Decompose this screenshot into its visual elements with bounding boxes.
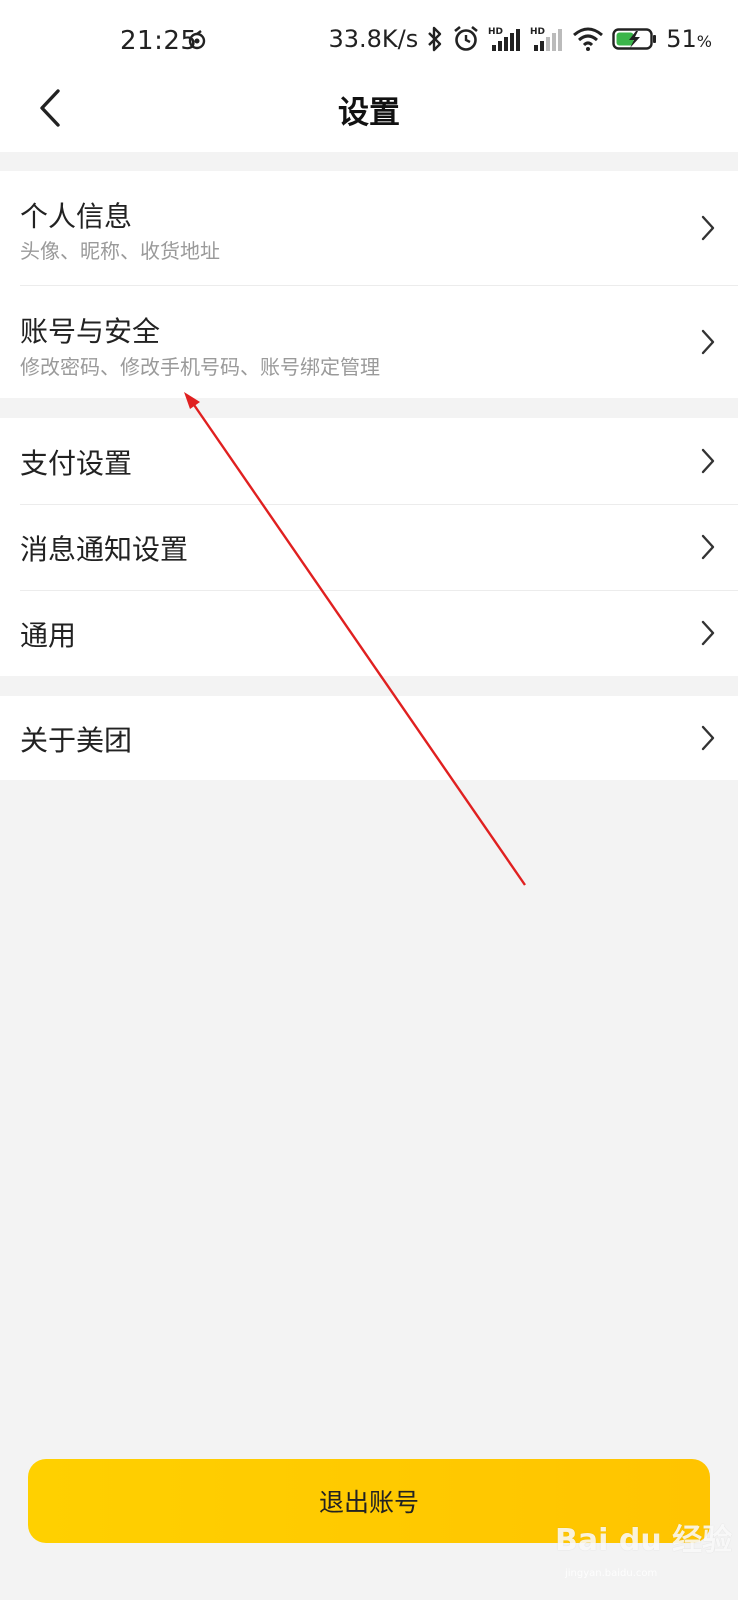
general-item[interactable]: 通用 (0, 590, 738, 676)
item-title: 关于美团 (20, 724, 133, 757)
status-bar: 21:25 33.8K/s HD HD 51% (0, 0, 738, 70)
battery-charging-icon (612, 28, 657, 50)
network-speed: 33.8K/s (328, 25, 419, 53)
item-title: 消息通知设置 (20, 533, 189, 566)
battery-level: 51% (666, 25, 712, 53)
svg-text:HD: HD (488, 27, 503, 37)
chevron-right-icon (701, 329, 715, 355)
alarm-icon (454, 25, 479, 51)
battery-percent: 51 (666, 25, 697, 53)
logout-label: 退出账号 (318, 1488, 419, 1517)
chevron-right-icon (701, 534, 715, 560)
signal-hd-icon: HD (488, 27, 521, 51)
account-group: 个人信息 头像、昵称、收货地址 账号与安全 修改密码、修改手机号码、账号绑定管理 (0, 171, 738, 398)
navigation-header: 设置 (0, 70, 738, 152)
chevron-right-icon (701, 620, 715, 646)
bluetooth-icon (428, 26, 442, 52)
status-icons: 33.8K/s HD HD 51% (328, 22, 712, 56)
chevron-right-icon (701, 448, 715, 474)
page-title: 设置 (338, 95, 400, 131)
about-meituan-item[interactable]: 关于美团 (0, 696, 738, 780)
notification-settings-item[interactable]: 消息通知设置 (0, 504, 738, 590)
about-group: 关于美团 (0, 696, 738, 780)
item-title: 支付设置 (20, 447, 133, 480)
sync-icon (188, 30, 206, 50)
item-title: 通用 (20, 619, 77, 652)
settings-screen: 21:25 33.8K/s HD HD 51% 设置 个人信息 头像、昵称、收货… (0, 0, 738, 1600)
account-security-item[interactable]: 账号与安全 修改密码、修改手机号码、账号绑定管理 (0, 285, 738, 398)
payment-settings-item[interactable]: 支付设置 (0, 418, 738, 504)
svg-text:HD: HD (530, 27, 545, 37)
wifi-icon (573, 27, 604, 51)
item-subtitle: 修改密码、修改手机号码、账号绑定管理 (20, 355, 380, 379)
item-subtitle: 头像、昵称、收货地址 (20, 239, 220, 263)
baidu-watermark-url: jingyan.baidu.com (565, 1568, 658, 1579)
item-title: 个人信息 (20, 200, 133, 233)
personal-info-item[interactable]: 个人信息 头像、昵称、收货地址 (0, 171, 738, 285)
battery-unit: % (696, 32, 712, 51)
chevron-right-icon (701, 725, 715, 751)
settings-group: 支付设置 消息通知设置 通用 (0, 418, 738, 676)
item-title: 账号与安全 (20, 315, 161, 348)
baidu-watermark: Bai du 经验 (555, 1523, 733, 1558)
chevron-right-icon (701, 215, 715, 241)
signal-hd-icon: HD (530, 27, 563, 51)
status-time: 21:25 (120, 26, 198, 56)
